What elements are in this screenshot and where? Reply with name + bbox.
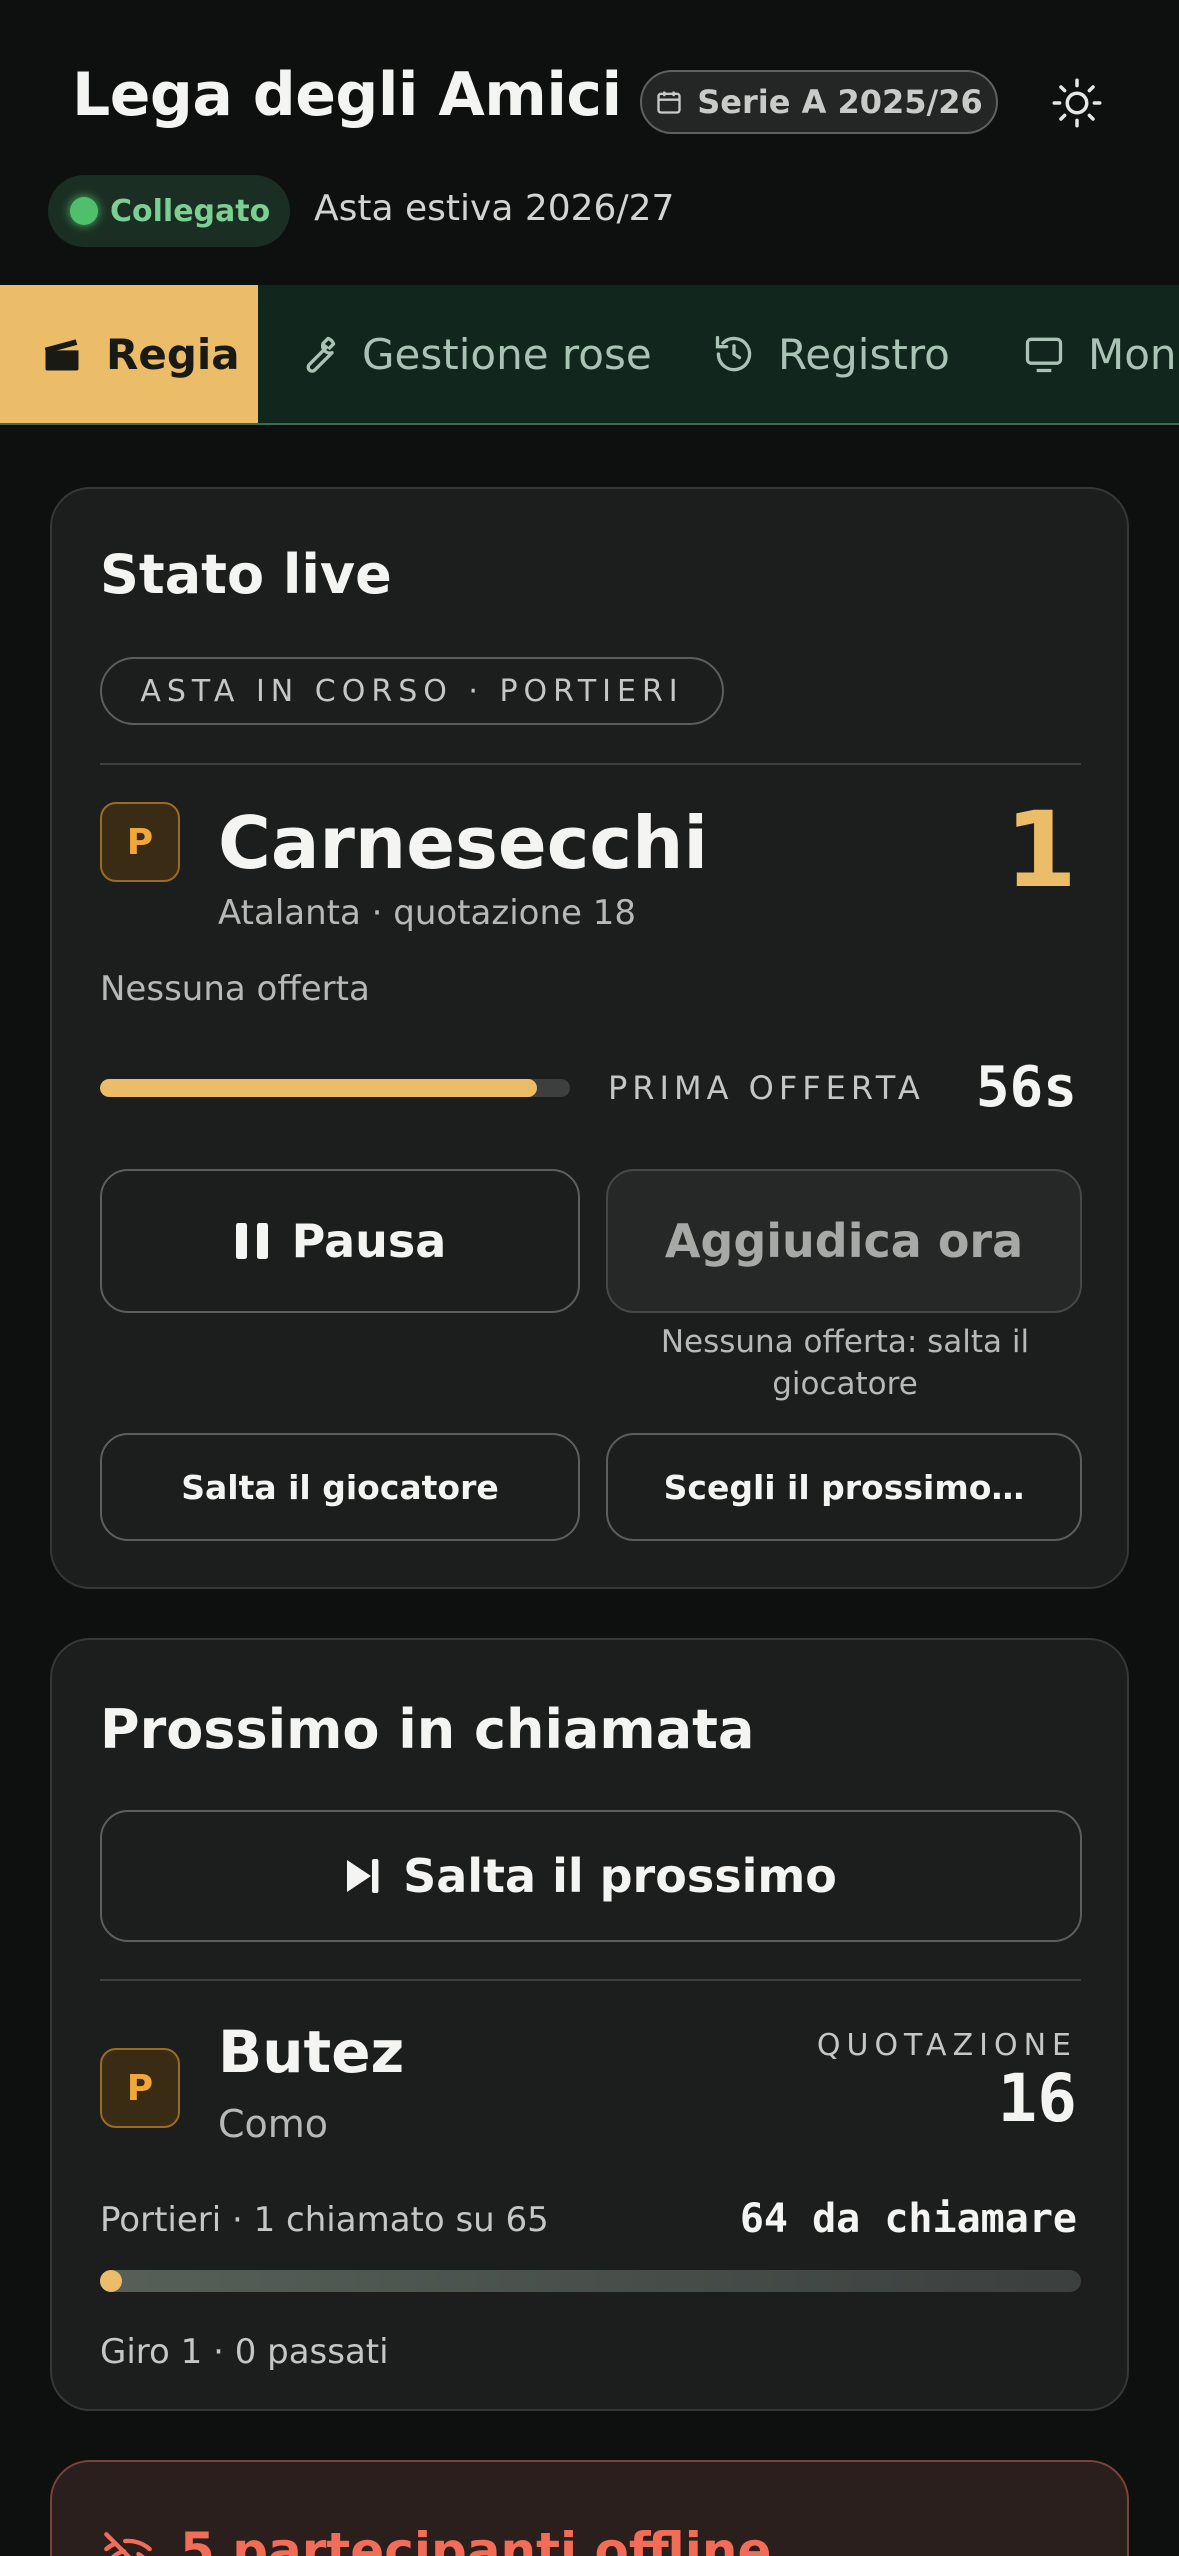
quotation-value: 16 — [997, 2060, 1077, 2137]
calendar-icon — [657, 91, 681, 114]
tab-regia[interactable]: Regia — [0, 285, 258, 423]
pause-label: Pausa — [291, 1214, 447, 1268]
tab-monitor[interactable]: Monitor — [1022, 285, 1179, 423]
divider — [100, 1979, 1081, 1981]
theme-toggle-button[interactable] — [1048, 74, 1106, 132]
tab-label: Monitor — [1088, 329, 1179, 379]
skip-next-label: Salta il prossimo — [403, 1849, 837, 1903]
skip-next-button[interactable]: Salta il prossimo — [100, 1810, 1082, 1942]
card-title: Prossimo in chiamata — [100, 1698, 755, 1761]
next-player-name: Butez — [218, 2018, 405, 2086]
call-progress-fill — [100, 2270, 122, 2292]
divider — [100, 763, 1081, 765]
offline-alert-card: 5 partecipanti offline — [50, 2460, 1129, 2556]
timer-label: PRIMA OFFERTA — [608, 1069, 925, 1107]
season-label: Serie A 2025/26 — [697, 83, 983, 121]
monitor-icon — [1025, 337, 1063, 373]
tab-registro[interactable]: Registro — [712, 285, 950, 423]
connection-status-badge: Collegato — [48, 175, 290, 247]
call-progress-text: Portieri · 1 chiamato su 65 — [100, 2200, 549, 2240]
wrench-icon — [306, 336, 336, 373]
pause-button[interactable]: Pausa — [100, 1169, 580, 1313]
tab-label: Gestione rose — [362, 329, 652, 379]
phase-badge: ASTA IN CORSO · PORTIERI — [100, 657, 724, 725]
tab-label: Registro — [778, 329, 950, 379]
tab-gestione-rose[interactable]: Gestione rose — [296, 285, 652, 423]
online-dot-icon — [70, 197, 98, 225]
role-badge: P — [100, 2048, 180, 2128]
live-status-card: Stato live ASTA IN CORSO · PORTIERI P Ca… — [50, 487, 1129, 1589]
session-name: Asta estiva 2026/27 — [314, 188, 675, 229]
bid-status-text: Nessuna offerta — [100, 969, 370, 1009]
pause-icon — [235, 1223, 268, 1259]
clapperboard-icon — [44, 339, 79, 371]
current-player-name: Carnesecchi — [218, 801, 709, 885]
assign-hint: Nessuna offerta: salta il giocatore — [660, 1324, 1030, 1402]
timer-progress-fill — [100, 1079, 538, 1097]
skip-player-button[interactable]: Salta il giocatore — [100, 1433, 580, 1541]
wifi-off-icon — [104, 2532, 152, 2556]
assign-now-button[interactable]: Aggiudica ora — [606, 1169, 1082, 1313]
sun-icon — [1052, 78, 1102, 128]
current-player-info: Atalanta · quotazione 18 — [218, 893, 636, 933]
current-bid-value: 1 — [1004, 789, 1077, 911]
league-title: Lega degli Amici — [72, 60, 622, 130]
choose-next-button[interactable]: Scegli il prossimo… — [606, 1433, 1082, 1541]
skip-forward-icon — [347, 1859, 379, 1893]
tab-bar: Regia Gestione rose Registro Monitor — [0, 285, 1179, 425]
timer-progress-bar — [100, 1079, 570, 1097]
remaining-count: 64 da chiamare — [739, 2196, 1077, 2242]
tab-label: Regia — [106, 329, 240, 379]
season-selector[interactable]: Serie A 2025/26 — [640, 70, 998, 134]
round-info: Giro 1 · 0 passati — [100, 2332, 389, 2372]
card-title: Stato live — [100, 543, 392, 606]
history-icon — [715, 335, 752, 372]
call-progress-bar — [100, 2270, 1081, 2292]
connection-status-label: Collegato — [110, 193, 271, 229]
role-badge: P — [100, 802, 180, 882]
app-header: Lega degli Amici Serie A 2025/26 Collega… — [0, 0, 1179, 285]
timer-value: 56s — [975, 1055, 1077, 1120]
next-up-card: Prossimo in chiamata Salta il prossimo P… — [50, 1638, 1129, 2411]
quotation-label: QUOTAZIONE — [816, 2028, 1077, 2063]
next-player-team: Como — [218, 2102, 329, 2146]
offline-alert-title: 5 partecipanti offline — [180, 2522, 772, 2556]
